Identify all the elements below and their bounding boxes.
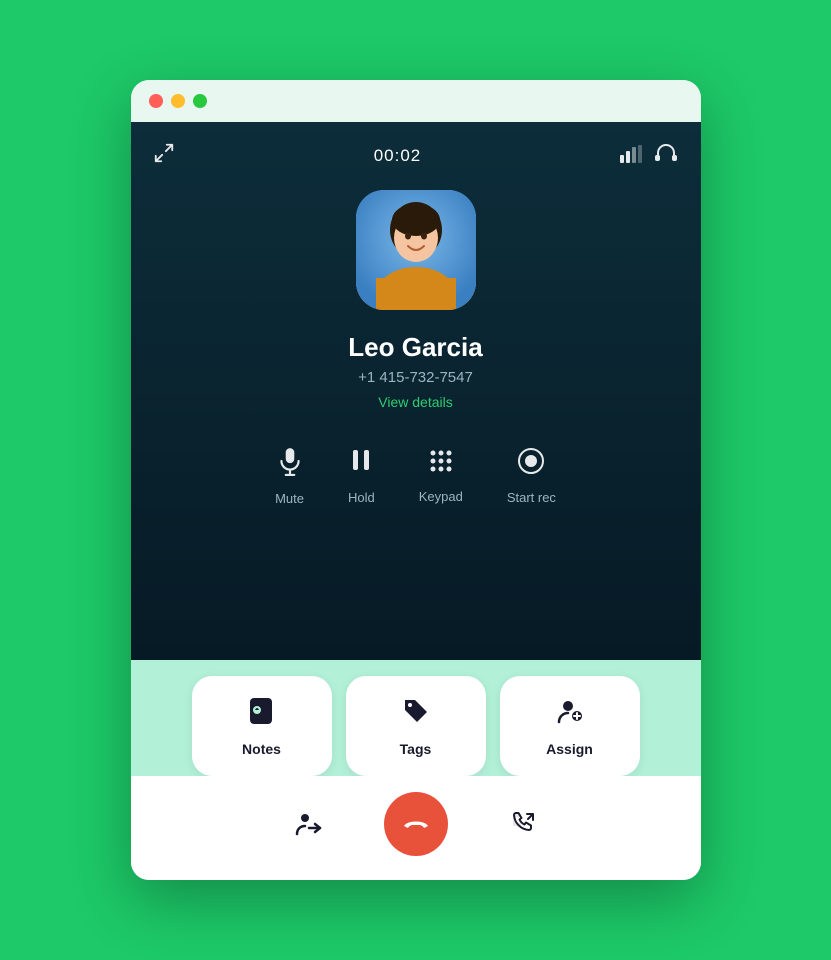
notes-card[interactable]: Notes: [192, 676, 332, 776]
dot-maximize[interactable]: [193, 94, 207, 108]
call-header-right: [620, 142, 678, 170]
assign-label: Assign: [546, 741, 593, 757]
call-header: 00:02: [131, 142, 701, 170]
call-controls: Mute Hold: [131, 446, 701, 506]
assign-card[interactable]: Assign: [500, 676, 640, 776]
dot-close[interactable]: [149, 94, 163, 108]
keypad-button[interactable]: Keypad: [419, 448, 463, 504]
notes-icon: [247, 696, 277, 733]
assign-icon: [555, 696, 585, 733]
avatar: [356, 190, 476, 310]
call-panel: 00:02: [131, 122, 701, 660]
mute-icon: [277, 446, 303, 483]
browser-window: 00:02: [131, 80, 701, 880]
start-rec-icon: [517, 447, 545, 482]
caller-number: +1 415-732-7547: [358, 369, 473, 386]
notes-label: Notes: [242, 741, 281, 757]
end-call-button[interactable]: [384, 792, 448, 856]
dot-minimize[interactable]: [171, 94, 185, 108]
avatar-person: [356, 190, 476, 310]
tags-label: Tags: [400, 741, 432, 757]
bottom-section: Notes Tags: [131, 660, 701, 880]
view-details-link[interactable]: View details: [378, 394, 452, 410]
tags-card[interactable]: Tags: [346, 676, 486, 776]
external-call-button[interactable]: [498, 799, 548, 849]
keypad-icon: [428, 448, 454, 481]
headset-icon[interactable]: [654, 142, 678, 170]
mute-label: Mute: [275, 491, 304, 506]
footer-controls: [131, 776, 701, 880]
title-bar: [131, 80, 701, 122]
mute-button[interactable]: Mute: [275, 446, 304, 506]
expand-icon[interactable]: [153, 142, 175, 170]
hold-label: Hold: [348, 490, 375, 505]
bottom-actions: Notes Tags: [131, 660, 701, 776]
signal-icon: [620, 145, 642, 168]
hold-button[interactable]: Hold: [348, 447, 375, 505]
start-rec-button[interactable]: Start rec: [507, 447, 556, 505]
tags-icon: [401, 696, 431, 733]
caller-name: Leo Garcia: [348, 332, 482, 363]
call-timer: 00:02: [374, 146, 422, 166]
transfer-button[interactable]: [284, 799, 334, 849]
hold-icon: [349, 447, 373, 482]
start-rec-label: Start rec: [507, 490, 556, 505]
keypad-label: Keypad: [419, 489, 463, 504]
